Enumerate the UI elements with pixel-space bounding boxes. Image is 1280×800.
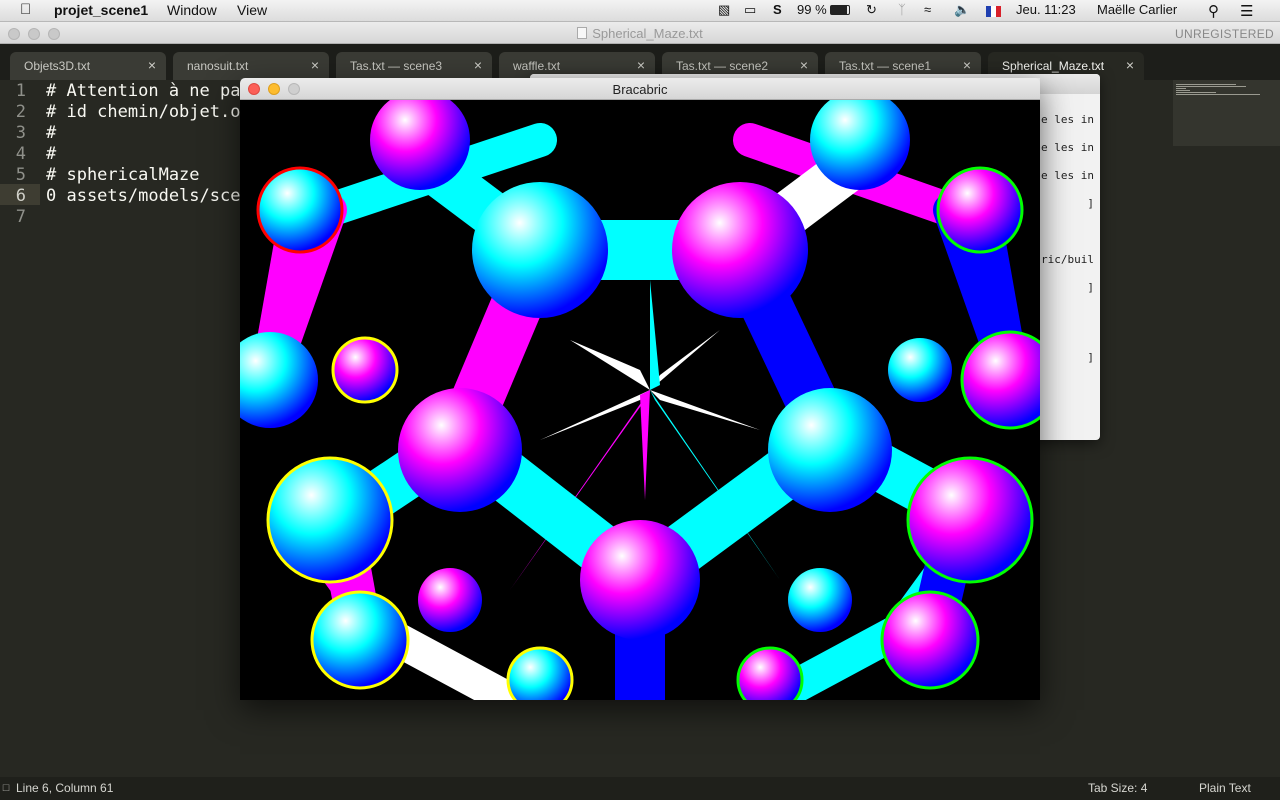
tab-size-selector[interactable]: Tab Size: 4 — [1088, 781, 1147, 795]
battery-percent: 99 % — [797, 2, 827, 17]
close-icon[interactable]: × — [148, 57, 156, 73]
text-fragment: ] — [1087, 281, 1094, 294]
line-number: 7 — [15, 207, 26, 227]
status-panel-icon[interactable]: ☐ — [2, 783, 10, 794]
status-bar: ☐ Line 6, Column 61 Tab Size: 4 Plain Te… — [0, 777, 1280, 800]
menu-bar:  projet_scene1 Window View ▧ ▭ S 99 % ↻… — [0, 0, 1280, 22]
text-fragment: e les in — [1041, 141, 1094, 154]
wifi-icon[interactable]: ≈ — [924, 2, 931, 17]
text-fragment: e les in — [1041, 113, 1094, 126]
code-line[interactable]: # — [46, 144, 56, 164]
text-fragment: e les in — [1041, 169, 1094, 182]
bracabric-titlebar[interactable]: Bracabric — [240, 78, 1040, 100]
line-number: 1 — [15, 81, 26, 101]
apple-menu-icon[interactable]:  — [20, 1, 31, 18]
tab-objets3d[interactable]: Objets3D.txt × — [10, 52, 166, 80]
script-icon[interactable]: ▧ — [718, 2, 730, 18]
input-source-flag-icon[interactable] — [986, 5, 1001, 20]
close-icon[interactable]: × — [1126, 57, 1134, 73]
line-number: 3 — [15, 123, 26, 143]
code-line[interactable]: # id chemin/objet.o — [46, 102, 240, 122]
unregistered-label: UNREGISTERED — [1175, 27, 1274, 41]
adobe-icon[interactable]: ▭ — [744, 2, 756, 18]
code-line[interactable]: # — [46, 123, 56, 143]
syntax-selector[interactable]: Plain Text — [1199, 781, 1251, 795]
text-fragment: ] — [1087, 351, 1094, 364]
menu-view[interactable]: View — [237, 2, 267, 18]
bracabric-title: Bracabric — [612, 82, 668, 97]
skype-icon[interactable]: S — [773, 2, 782, 17]
line-gutter: 1 2 3 4 5 6 7 — [0, 80, 40, 777]
code-line-current[interactable]: 0 assets/models/sce — [46, 186, 240, 206]
spherical-maze-render — [240, 100, 1040, 700]
close-icon[interactable]: × — [963, 57, 971, 73]
document-icon — [577, 27, 588, 39]
minimap[interactable] — [1173, 80, 1280, 146]
time-machine-icon[interactable]: ↻ — [866, 2, 877, 18]
tab-tas-scene3[interactable]: Tas.txt — scene3 × — [336, 52, 492, 80]
line-number: 5 — [15, 165, 26, 185]
battery-icon[interactable] — [830, 2, 850, 17]
close-icon[interactable]: × — [311, 57, 319, 73]
close-icon[interactable]: × — [800, 57, 808, 73]
window-title: Spherical_Maze.txt — [0, 26, 1280, 41]
clock[interactable]: Jeu. 11:23 — [1016, 2, 1076, 17]
code-line[interactable]: # sphericalMaze — [46, 165, 200, 185]
bracabric-window[interactable]: Bracabric — [240, 78, 1040, 700]
notification-center-icon[interactable]: ☰ — [1240, 2, 1253, 20]
cursor-position[interactable]: Line 6, Column 61 — [16, 781, 113, 795]
line-number-current: 6 — [15, 186, 26, 206]
volume-icon[interactable]: 🔈 — [954, 2, 970, 18]
line-number: 2 — [15, 102, 26, 122]
close-icon[interactable]: × — [474, 57, 482, 73]
search-icon[interactable]: ⚲ — [1208, 2, 1219, 20]
menu-window[interactable]: Window — [167, 2, 217, 18]
line-number: 4 — [15, 144, 26, 164]
code-line[interactable]: # Attention à ne pa — [46, 81, 240, 101]
tab-nanosuit[interactable]: nanosuit.txt × — [173, 52, 329, 80]
text-fragment: ] — [1087, 197, 1094, 210]
app-menu[interactable]: projet_scene1 — [54, 2, 148, 18]
3d-viewport[interactable] — [240, 100, 1040, 700]
editor-titlebar: Spherical_Maze.txt UNREGISTERED — [0, 22, 1280, 44]
close-icon[interactable]: × — [637, 57, 645, 73]
text-fragment: ric/buil — [1041, 253, 1094, 266]
bluetooth-icon[interactable]: ᛉ — [898, 2, 906, 17]
user-menu[interactable]: Maëlle Carlier — [1097, 2, 1177, 17]
